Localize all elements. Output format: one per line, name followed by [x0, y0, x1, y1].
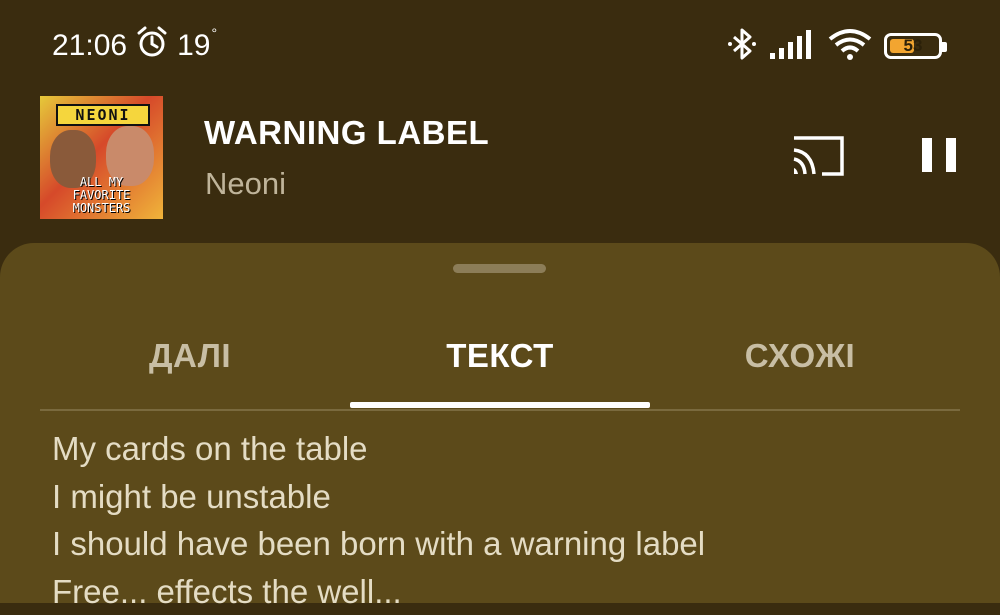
tab-lyrics[interactable]: ТЕКСТ [350, 303, 650, 409]
track-title[interactable]: WARNING LABEL [204, 114, 489, 152]
cast-icon [788, 132, 848, 180]
pause-icon [916, 132, 962, 178]
album-art-caption: ALL MY FAVORITE MONSTERS [42, 176, 161, 215]
track-artist[interactable]: Neoni [205, 166, 286, 202]
status-left: 21:06 19 ° [52, 26, 217, 66]
temperature: 19 ° [177, 29, 217, 63]
tab-related[interactable]: СХОЖІ [650, 303, 950, 409]
drag-handle[interactable] [453, 264, 546, 273]
lyric-line: I might be unstable [52, 473, 705, 521]
lyric-line: My cards on the table [52, 425, 705, 473]
album-art-band: NEONI [56, 104, 150, 126]
lyric-line: Free... effects the well... [52, 568, 705, 615]
mini-player[interactable]: NEONI ALL MY FAVORITE MONSTERS WARNING L… [0, 88, 1000, 238]
clock: 21:06 [52, 29, 127, 63]
album-art[interactable]: NEONI ALL MY FAVORITE MONSTERS [40, 96, 163, 219]
status-bar: 21:06 19 ° [0, 0, 1000, 88]
battery-tip [942, 42, 947, 52]
tab-bar: ДАЛІ ТЕКСТ СХОЖІ [40, 303, 960, 411]
pause-button[interactable] [916, 132, 962, 178]
lyrics-text: My cards on the table I might be unstabl… [52, 425, 705, 615]
temperature-value: 19 [177, 29, 210, 63]
status-right: 53 [726, 26, 942, 66]
battery-icon: 53 [884, 33, 942, 59]
lyric-line: I should have been born with a warning l… [52, 520, 705, 568]
signal-icon [770, 29, 816, 64]
battery-level: 53 [904, 36, 923, 56]
alarm-icon [135, 25, 169, 67]
bottom-sheet: ДАЛІ ТЕКСТ СХОЖІ My cards on the table I… [0, 243, 1000, 603]
bluetooth-icon [726, 27, 758, 66]
cast-button[interactable] [788, 132, 848, 180]
tab-next[interactable]: ДАЛІ [40, 303, 340, 409]
wifi-icon [828, 28, 872, 65]
temperature-unit: ° [211, 25, 217, 41]
album-art-caption-line: MONSTERS [42, 202, 161, 215]
tab-indicator [350, 402, 650, 408]
